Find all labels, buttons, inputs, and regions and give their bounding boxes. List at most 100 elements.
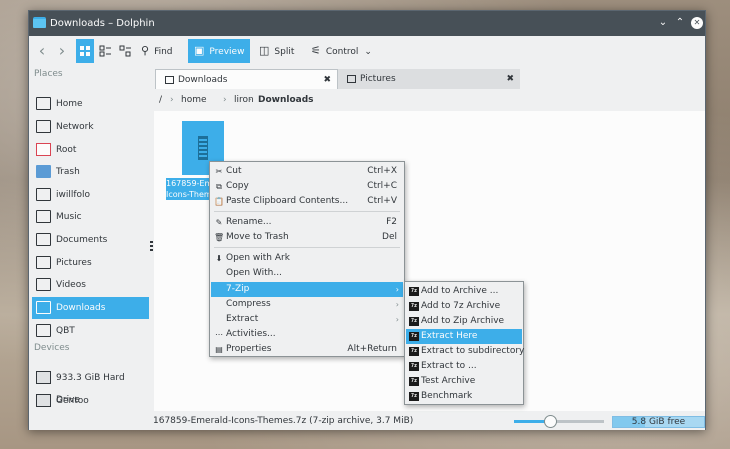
tab-pictures[interactable]: Pictures ✖	[338, 69, 520, 89]
menu-item-copy[interactable]: ⧉ Copy Ctrl+C	[211, 179, 403, 194]
submenu-item-label: Benchmark	[421, 391, 473, 401]
tab-downloads[interactable]: Downloads ✖	[155, 69, 338, 89]
places-section-title: Places	[34, 69, 63, 79]
chevron-right-icon: ›	[223, 95, 227, 105]
icons-view-button[interactable]	[76, 39, 94, 63]
7zip-icon: 7z	[409, 332, 419, 341]
zoom-slider[interactable]	[514, 415, 604, 428]
submenu-item-add-to-7z-archive[interactable]: 7z Add to 7z Archive	[406, 299, 522, 314]
submenu-item-extract-to[interactable]: 7z Extract to ...	[406, 359, 522, 374]
maximize-button[interactable]: ⌃	[674, 17, 686, 29]
chevron-right-icon: ›	[395, 315, 399, 324]
menu-item-rename[interactable]: ✎ Rename... F2	[211, 215, 403, 230]
zoom-slider-handle[interactable]	[544, 415, 557, 428]
menu-item-extract[interactable]: Extract ›	[211, 312, 403, 327]
sidebar-item-trash[interactable]: Trash	[32, 161, 149, 183]
submenu-item-extract-here[interactable]: 7z Extract Here	[406, 329, 522, 344]
menu-separator	[214, 211, 400, 212]
submenu-item-label: Add to Archive ...	[421, 286, 499, 296]
back-button[interactable]: ‹	[32, 39, 52, 63]
menu-item-shortcut: Ctrl+V	[367, 196, 397, 206]
submenu-item-test-archive[interactable]: 7z Test Archive	[406, 374, 522, 389]
music-icon	[36, 210, 51, 223]
menu-item-label: Open with Ark	[226, 253, 290, 263]
zipper-icon	[198, 136, 208, 160]
7zip-icon: 7z	[409, 302, 419, 311]
dolphin-app-icon	[33, 17, 46, 28]
breadcrumb-downloads[interactable]: Downloads	[258, 95, 314, 105]
sidebar-item-network[interactable]: Network	[32, 116, 149, 138]
submenu-item-add-to-zip-archive[interactable]: 7z Add to Zip Archive	[406, 314, 522, 329]
sidebar-item-label: iwillfolo	[56, 190, 91, 200]
7zip-icon: 7z	[409, 347, 419, 356]
menu-separator	[214, 247, 400, 248]
split-button[interactable]: ◫ Split	[259, 39, 294, 63]
sidebar-device-1[interactable]: Gentoo	[32, 390, 149, 412]
details-view-button[interactable]	[116, 39, 134, 63]
find-label: Find	[154, 47, 173, 57]
menu-item-7-zip[interactable]: 7-Zip ›	[211, 282, 403, 297]
split-label: Split	[274, 47, 295, 57]
file-name-label[interactable]: 167859-Emerald- Icons-Themes.7z	[166, 178, 212, 200]
menu-item-label: Open With...	[226, 268, 282, 278]
downloads-icon	[36, 301, 51, 314]
compact-view-button[interactable]	[96, 39, 114, 63]
menu-item-compress[interactable]: Compress ›	[211, 297, 403, 312]
chevron-right-icon: ›	[248, 95, 252, 105]
free-space-text: 5.8 GiB free	[631, 417, 686, 427]
close-tab-icon[interactable]: ✖	[323, 70, 331, 90]
menu-item-open-with-ark[interactable]: ⬇ Open with Ark	[211, 251, 403, 266]
menu-item-properties[interactable]: ▤ Properties Alt+Return	[211, 342, 403, 357]
menu-item-label: 7-Zip	[226, 284, 250, 294]
sidebar-item-documents[interactable]: Documents	[32, 229, 149, 251]
menu-item-icon: ⧉	[216, 182, 222, 191]
sidebar-item-label: Documents	[56, 235, 108, 245]
menu-item-label: Activities...	[226, 329, 276, 339]
menu-item-label: Properties	[226, 344, 272, 354]
videos-icon	[36, 278, 51, 291]
tab-label: Pictures	[360, 74, 396, 84]
menu-item-open-with[interactable]: Open With...	[211, 266, 403, 281]
submenu-item-label: Add to 7z Archive	[421, 301, 501, 311]
tab-label: Downloads	[178, 75, 228, 85]
close-tab-icon[interactable]: ✖	[506, 69, 514, 89]
panel-splitter-handle[interactable]	[150, 241, 153, 253]
forward-button[interactable]: ›	[52, 39, 72, 63]
harddrive-icon	[36, 394, 51, 407]
menu-item-icon: ▤	[215, 345, 223, 354]
menu-item-paste-clipboard-contents[interactable]: 📋 Paste Clipboard Contents... Ctrl+V	[211, 194, 403, 209]
breadcrumb-root[interactable]: /	[159, 95, 162, 105]
sidebar-item-pictures[interactable]: Pictures	[32, 252, 149, 274]
root-folder-icon	[36, 143, 51, 156]
sidebar-item-label: Trash	[56, 167, 80, 177]
menu-item-label: Extract	[226, 314, 259, 324]
menu-item-shortcut: Del	[382, 232, 397, 242]
close-window-button[interactable]: ✕	[691, 17, 703, 29]
free-space-bar: 5.8 GiB free	[612, 416, 705, 428]
minimize-button[interactable]: ⌄	[657, 17, 669, 29]
control-label: Control	[325, 47, 359, 57]
sidebar-item-home[interactable]: Home	[32, 93, 149, 115]
sidebar-item-qbt[interactable]: QBT	[32, 320, 149, 342]
submenu-item-add-to-archive[interactable]: 7z Add to Archive ...	[406, 284, 522, 299]
folder-icon	[36, 188, 51, 201]
preview-button[interactable]: ▣ Preview	[188, 39, 251, 63]
sidebar-item-videos[interactable]: Videos	[32, 274, 149, 296]
context-menu: ✂ Cut Ctrl+X ⧉ Copy Ctrl+C 📋 Paste Clipboard Co…	[209, 161, 405, 357]
submenu-item-benchmark[interactable]: 7z Benchmark	[406, 389, 522, 404]
menu-item-move-to-trash[interactable]: 🗑 Move to Trash Del	[211, 230, 403, 245]
menu-item-cut[interactable]: ✂ Cut Ctrl+X	[211, 164, 403, 179]
sidebar-item-iwillfolo[interactable]: iwillfolo	[32, 184, 149, 206]
sidebar-item-downloads[interactable]: Downloads	[32, 297, 149, 319]
control-icon: ⚟	[311, 44, 321, 57]
sidebar-device-0[interactable]: 933.3 GiB Hard Drive	[32, 367, 149, 405]
sidebar-item-root[interactable]: Root	[32, 139, 149, 161]
submenu-item-extract-to-subdirectory[interactable]: 7z Extract to subdirectory	[406, 344, 524, 359]
sidebar-item-music[interactable]: Music	[32, 206, 149, 228]
control-button[interactable]: ⚟ Control ⌄	[311, 39, 372, 63]
breadcrumb-home[interactable]: home	[181, 95, 207, 105]
menu-item-label: Paste Clipboard Contents...	[226, 196, 349, 206]
search-icon: ⚲	[141, 44, 150, 57]
find-button[interactable]: ⚲ Find	[141, 39, 173, 63]
menu-item-activities[interactable]: ⋯ Activities...	[211, 327, 403, 342]
